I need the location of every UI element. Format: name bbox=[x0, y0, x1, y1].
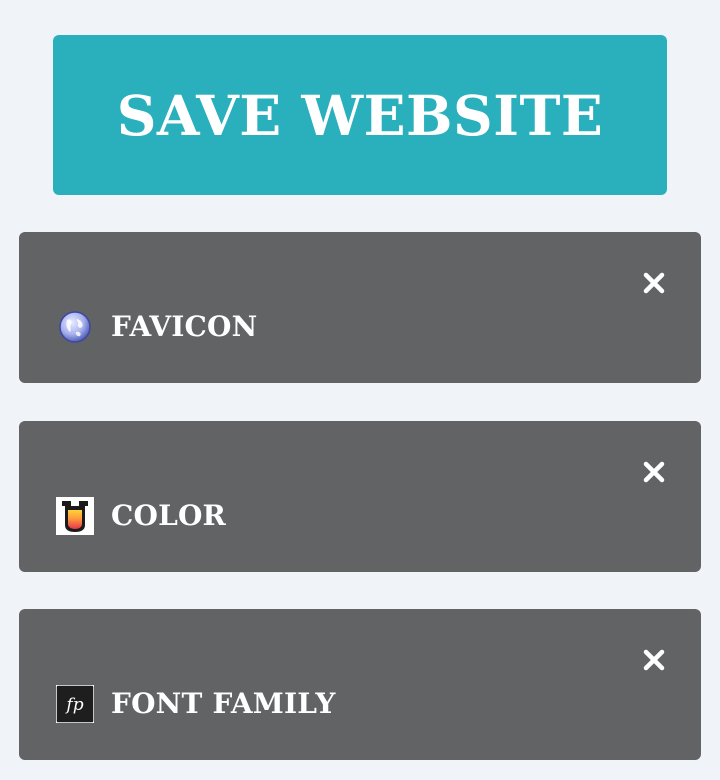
panel-color[interactable]: COLOR bbox=[19, 421, 701, 572]
close-icon[interactable] bbox=[640, 458, 668, 486]
panel-favicon[interactable]: FAVICON bbox=[19, 232, 701, 383]
svg-text:fp: fp bbox=[64, 695, 83, 715]
close-icon[interactable] bbox=[640, 269, 668, 297]
panel-favicon-row: FAVICON bbox=[56, 308, 257, 346]
panel-favicon-label: FAVICON bbox=[111, 310, 258, 343]
panel-font-family-label: FONT FAMILY bbox=[111, 687, 336, 720]
globe-icon bbox=[56, 308, 94, 346]
save-website-button[interactable]: SAVE WEBSITE bbox=[53, 35, 667, 195]
font-fp-icon: fp bbox=[56, 685, 94, 723]
panel-color-label: COLOR bbox=[111, 499, 227, 532]
panel-font-family-row: fp FONT FAMILY bbox=[56, 685, 336, 723]
panel-color-row: COLOR bbox=[56, 497, 226, 535]
close-icon[interactable] bbox=[640, 646, 668, 674]
paint-bucket-icon bbox=[56, 497, 94, 535]
panel-font-family[interactable]: fp FONT FAMILY bbox=[19, 609, 701, 760]
